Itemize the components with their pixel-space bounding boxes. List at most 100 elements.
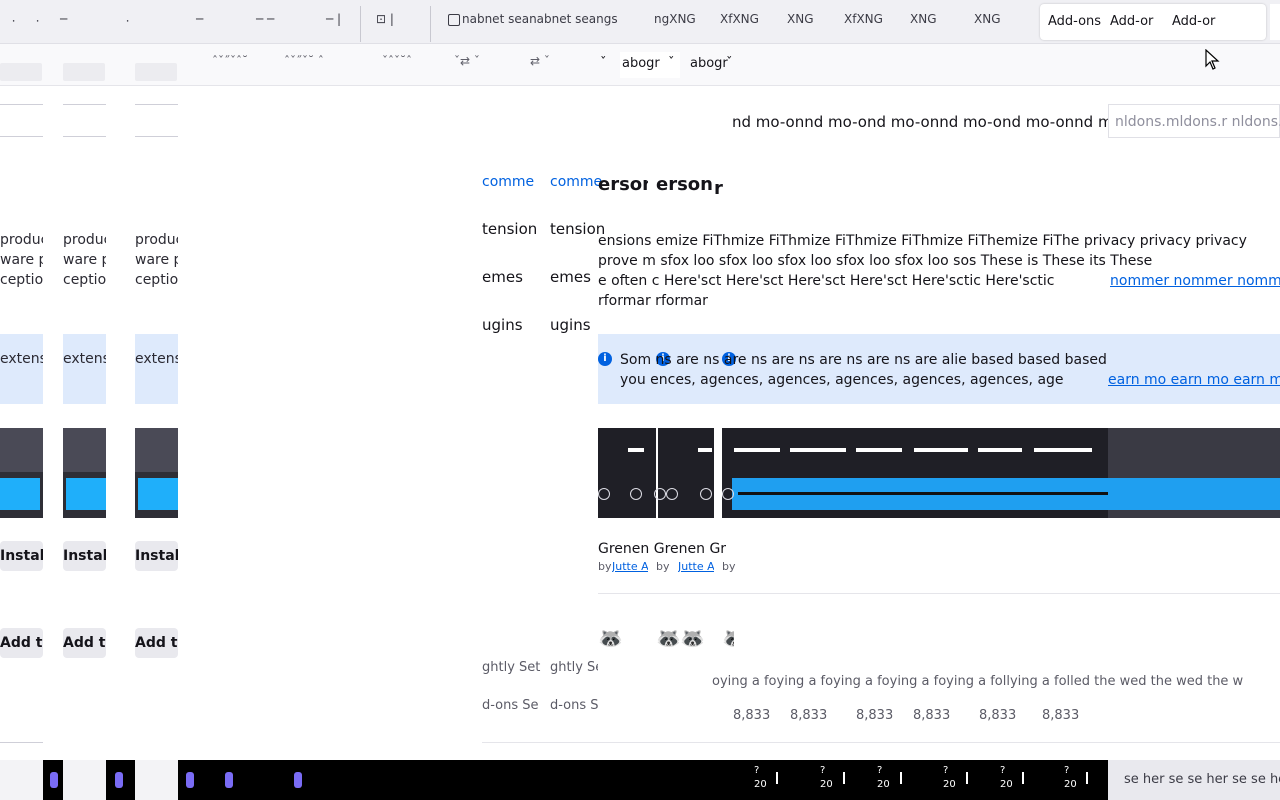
clock[interactable]: ? 20 [1000,764,1013,792]
addon-description: ware pr [63,252,106,268]
toolbar-item[interactable]: ˇˆˇ˘ˆ [382,54,412,68]
toolbar-item[interactable]: ˆˇ˝ˇ˘ ˆ [284,54,324,68]
taskbar-segment [63,760,106,800]
active-tab-title: Add-or [1172,14,1216,29]
app-icon[interactable] [115,772,123,788]
theme-preview[interactable] [0,428,43,518]
addon-raccoon-icon: 🦝 [598,626,623,650]
search-input-placeholder: nldons.mldons.r nldons.r [1115,114,1280,130]
clock[interactable]: ? 20 [877,764,890,792]
tab-fragment[interactable]: ⸱ [126,12,129,32]
sidebar-item-addons-settings[interactable]: d-ons Se [550,698,598,713]
sidebar-item-addons-settings[interactable]: d-ons Se [482,698,542,713]
add-to-firefox-button[interactable]: Add to [0,628,43,658]
add-to-firefox-button[interactable]: Add to [63,628,106,658]
active-tab-addons[interactable]: Add-ons Add-or Add-or [1040,4,1266,40]
tab-xng[interactable]: ngXNG [654,12,696,32]
user-count: 8,833 [979,708,1017,723]
toolbar-item[interactable]: ˇ⇄ ˇ [454,54,480,68]
toolbar-item[interactable]: ˆˇ˝ˇˆ˘ [212,54,248,68]
recommended-link[interactable]: nommer nommer nommer [1110,271,1280,291]
tab-fragment[interactable]: ─ [196,12,203,32]
divider [135,136,178,137]
toolbar-placeholder [63,63,105,81]
sidebar-item-nightly-settings[interactable]: ghtly Set [482,660,542,675]
tab-fragment[interactable]: ─ | [326,12,341,32]
clock-divider [1022,772,1024,784]
tab-xng[interactable]: XNG [910,12,937,32]
filter-dropdown[interactable]: abogr ˇ [688,52,740,78]
recommended-heading: nd mo-onnd mo-ond mo-onnd mo-ond mo-onnd… [732,113,1108,131]
clock[interactable]: ? 20 [754,764,767,792]
divider [0,136,43,137]
addon-description: produc [63,232,106,248]
intro-description: e often c Here'sct Here'sct Here'sct Her… [598,273,1055,289]
sidebar-link-recommended[interactable]: comme [482,174,534,190]
toolbar-item[interactable]: ⇄ ˇ [530,54,550,68]
sidebar-item-extensions[interactable]: tension [550,220,605,238]
page-title: erson [598,174,648,195]
addon-raccoon-icon: 🦝 [656,626,681,650]
tab-xng[interactable]: XfXNG [844,12,883,32]
app-icon[interactable] [294,772,302,788]
tab-xng[interactable]: XNG [974,12,1001,32]
tab-strip: ⸱ ⸱ ─ ⸱ ─ ─ ─ ─ | ⊡ | nabnet seanabnet s… [0,0,1280,44]
tab-separator [430,6,431,42]
taskbar-search[interactable]: se her se se her se se her se [1108,760,1280,800]
app-icon[interactable] [225,772,233,788]
app-icon[interactable] [186,772,194,788]
clock-divider [966,772,968,784]
clock-divider [900,772,902,784]
chevron-down-icon: ˇ [668,56,675,71]
sidebar-item-extensions[interactable]: tension [482,220,537,238]
sidebar-item-plugins[interactable]: ugins [482,316,523,334]
theme-preview[interactable] [135,428,178,518]
taskbar-search-text: se her se se her se se her se [1124,772,1280,787]
add-to-firefox-button[interactable]: Add to [135,628,178,658]
sidebar-link-recommended[interactable]: comme [550,174,602,190]
toolbar-placeholder [135,63,177,81]
sort-dropdown[interactable]: abogr ˇ [620,52,680,78]
filter-dropdown-value: abogr [690,56,728,71]
clock[interactable]: ? 20 [1064,764,1077,792]
sidebar-item-themes[interactable]: emes [482,268,523,286]
divider [135,104,178,105]
addon-author-link[interactable]: Jutte A [678,560,714,573]
install-button[interactable]: Install [63,541,106,571]
notice-text: you ences, agences, agences, agences, ag… [620,372,1064,388]
app-icon[interactable] [50,772,58,788]
clock[interactable]: ? 20 [820,764,833,792]
addon-name[interactable]: Grenen Grenen Gr [598,541,738,557]
featured-theme-preview[interactable] [598,428,1280,518]
clock[interactable]: ? 20 [943,764,956,792]
user-count: 8,833 [1042,708,1080,723]
user-count: 8,833 [913,708,951,723]
divider [63,136,106,137]
theme-preview[interactable] [63,428,106,518]
search-input[interactable]: nldons.mldons.r nldons.r [1108,104,1280,138]
learn-more-link[interactable]: earn mo earn mo earn mo [1108,370,1280,390]
divider [0,104,43,105]
install-button[interactable]: Install [135,541,178,571]
tab-fragment[interactable]: ⸱ [12,12,15,32]
sidebar-item-themes[interactable]: emes [550,268,591,286]
chevron-down-icon: ˇ [726,56,733,71]
addon-author-link[interactable]: Jutte A [612,560,648,573]
tab-fragment[interactable]: ─ [60,12,67,32]
addon-description: ware pr [135,252,178,268]
tab-fragment[interactable]: ⊡ | [376,12,394,32]
tab-xng[interactable]: XNG [787,12,814,32]
clock-divider [776,772,778,784]
tab-fragment[interactable]: ─ ─ [256,12,274,32]
sidebar-item-nightly-settings[interactable]: ghtly Set [550,660,598,675]
install-button[interactable]: Install [0,541,43,571]
tab-separator [360,6,361,42]
tab-fragment[interactable]: ⸱ [36,12,39,32]
sidebar-item-plugins[interactable]: ugins [550,316,591,334]
tab-xng[interactable]: XfXNG [720,12,759,32]
addon-description: produc [135,232,178,248]
taskbar-segment [0,760,43,800]
navigation-toolbar: ˆˇ˝ˇˆ˘ ˆˇ˝ˇ˘ ˆ ˇˆˇ˘ˆ ˇ⇄ ˇ ⇄ ˇ ˇ abogr ˇ … [0,44,1280,86]
tab-search-title[interactable]: nabnet seanabnet seangs [462,12,618,32]
chevron-down-icon[interactable]: ˇ [600,56,607,78]
